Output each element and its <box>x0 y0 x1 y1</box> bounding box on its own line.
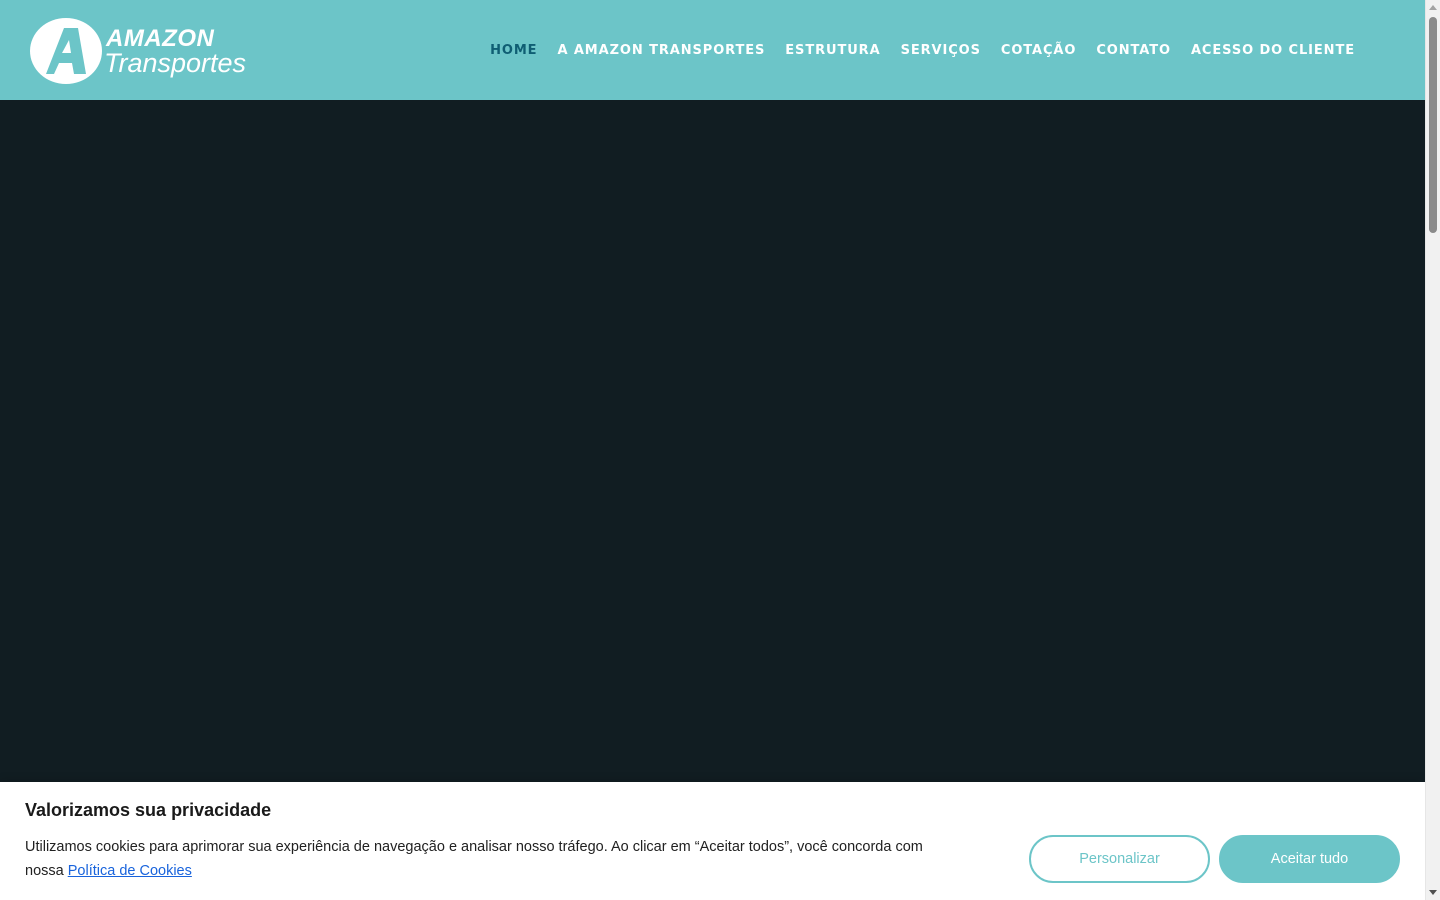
scroll-down-icon[interactable] <box>1429 890 1437 895</box>
cookie-text: Utilizamos cookies para aprimorar sua ex… <box>25 835 925 883</box>
hero-section <box>0 100 1425 900</box>
nav-item-home[interactable]: HOME <box>490 43 537 58</box>
main-nav: HOME A AMAZON TRANSPORTES ESTRUTURA SERV… <box>470 0 1355 100</box>
nav-item-estrutura[interactable]: ESTRUTURA <box>785 43 880 58</box>
page-scrollbar[interactable] <box>1425 0 1440 900</box>
cookie-banner: Valorizamos sua privacidade Utilizamos c… <box>0 782 1425 900</box>
amazon-logo-icon <box>30 18 102 84</box>
scroll-up-icon[interactable] <box>1429 5 1437 10</box>
page: AMAZON Transportes HOME A AMAZON TRANSPO… <box>0 0 1440 900</box>
cookie-policy-link[interactable]: Política de Cookies <box>68 863 192 879</box>
logo[interactable]: AMAZON Transportes <box>28 16 248 88</box>
logo-text-transportes: Transportes <box>104 48 247 78</box>
nav-item-contato[interactable]: CONTATO <box>1096 43 1171 58</box>
nav-item-a-amazon-transportes[interactable]: A AMAZON TRANSPORTES <box>557 43 765 58</box>
nav-item-cotacao[interactable]: COTAÇÃO <box>1001 43 1076 58</box>
nav-item-servicos[interactable]: SERVIÇOS <box>901 43 981 58</box>
cookie-title: Valorizamos sua privacidade <box>25 800 272 820</box>
customize-button[interactable]: Personalizar <box>1029 835 1210 883</box>
site-header: AMAZON Transportes HOME A AMAZON TRANSPO… <box>0 0 1425 100</box>
scroll-thumb[interactable] <box>1429 17 1437 233</box>
accept-all-button[interactable]: Aceitar tudo <box>1219 835 1400 883</box>
nav-item-acesso-do-cliente[interactable]: ACESSO DO CLIENTE <box>1191 43 1355 58</box>
